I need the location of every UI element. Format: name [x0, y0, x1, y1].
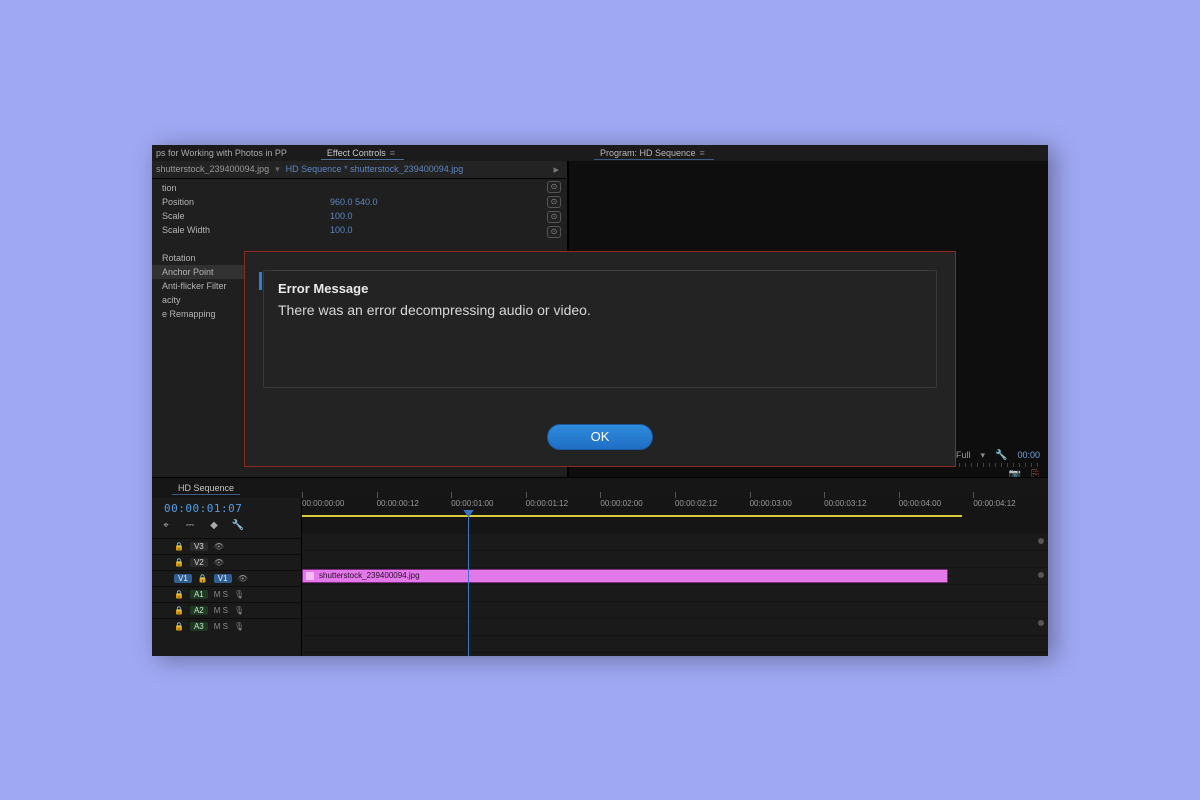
wrench-icon[interactable]: 🔧: [232, 520, 244, 532]
video-track-header[interactable]: V1 🔒 V1 👁: [152, 570, 301, 586]
mic-icon[interactable]: 🎙: [234, 622, 244, 631]
track-label[interactable]: V1: [214, 574, 232, 583]
clip-label: shutterstock_239400094.jpg: [319, 571, 420, 580]
lock-icon[interactable]: 🔒: [198, 574, 208, 583]
eye-icon[interactable]: 👁: [214, 542, 224, 551]
top-bar: ps for Working with Photos in PP Effect …: [152, 145, 1048, 161]
lock-icon[interactable]: 🔒: [174, 590, 184, 599]
mute-solo[interactable]: M S: [214, 590, 228, 599]
mute-solo[interactable]: M S: [214, 622, 228, 631]
ruler-tick: 00:00:00:12: [377, 499, 419, 508]
lock-icon[interactable]: 🔒: [174, 542, 184, 551]
property-row-scale: Scale100.0: [152, 209, 567, 223]
video-track-header[interactable]: 🔒 V3 👁: [152, 538, 301, 554]
reset-column: [547, 181, 561, 238]
crumb-clip-name[interactable]: shutterstock_239400094.jpg: [156, 164, 269, 174]
error-dialog: Error Message There was an error decompr…: [244, 251, 956, 467]
timeline-panel: HD Sequence 00:00:01:07 ⌖ ⎓ ◆ 🔧 🔒 V3 👁 🔒 V2…: [152, 477, 1048, 656]
reset-icon[interactable]: [547, 211, 561, 223]
ruler-tick: 00:00:04:00: [899, 499, 941, 508]
crumb-sequence-path[interactable]: HD Sequence * shutterstock_239400094.jpg: [286, 164, 464, 174]
property-row: tion: [152, 181, 567, 195]
program-meta: Full ▾ 🔧 00:00: [956, 450, 1040, 461]
ruler-tick: 00:00:00:00: [302, 499, 344, 508]
ruler-tick: 00:00:03:12: [824, 499, 866, 508]
chevron-down-icon[interactable]: ▾: [980, 450, 985, 461]
dialog-title: Error Message: [278, 281, 922, 296]
timeline-tracks-area[interactable]: 00:00:00:00 00:00:00:12 00:00:01:00 00:0…: [302, 498, 1048, 656]
timeline-track-header: 00:00:01:07 ⌖ ⎓ ◆ 🔧 🔒 V3 👁 🔒 V2 👁 V1 🔒 V1 👁 🔒 A1…: [152, 498, 302, 656]
ruler-tick: 00:00:02:00: [600, 499, 642, 508]
tab-label: Effect Controls: [327, 148, 386, 158]
video-track-header[interactable]: 🔒 V2 👁: [152, 554, 301, 570]
link-icon[interactable]: ⎓: [184, 520, 196, 532]
program-timecode[interactable]: 00:00: [1017, 450, 1040, 460]
workspace-title: ps for Working with Photos in PP: [152, 148, 287, 158]
snap-icon[interactable]: ⌖: [160, 520, 172, 532]
audio-track-header[interactable]: 🔒 A1 M S 🎙: [152, 586, 301, 602]
track-source[interactable]: V1: [174, 574, 192, 583]
ruler-tick: 00:00:03:00: [750, 499, 792, 508]
reset-icon[interactable]: [547, 196, 561, 208]
reset-icon[interactable]: [547, 226, 561, 238]
tab-effect-controls[interactable]: Effect Controls: [321, 146, 404, 160]
eye-icon[interactable]: 👁: [214, 558, 224, 567]
premiere-window: ps for Working with Photos in PP Effect …: [152, 145, 1048, 656]
scroll-handle[interactable]: [1038, 538, 1044, 544]
audio-track-header[interactable]: 🔒 A2 M S 🎙: [152, 602, 301, 618]
mic-icon[interactable]: 🎙: [234, 590, 244, 599]
ruler-tick: 00:00:02:12: [675, 499, 717, 508]
track-label[interactable]: A1: [190, 590, 208, 599]
marker-icon[interactable]: ◆: [208, 520, 220, 532]
timeline-tools: ⌖ ⎓ ◆ 🔧: [160, 520, 244, 532]
wrench-icon[interactable]: 🔧: [995, 450, 1007, 461]
reset-icon[interactable]: [547, 181, 561, 193]
track-label[interactable]: V2: [190, 558, 208, 567]
audio-track-header[interactable]: 🔒 A3 M S 🎙: [152, 618, 301, 634]
ruler-tick: 00:00:01:00: [451, 499, 493, 508]
v1-lane[interactable]: shutterstock_239400094.jpg: [302, 568, 1048, 584]
ruler-tick: 00:00:01:12: [526, 499, 568, 508]
scroll-right-icon[interactable]: ▸: [549, 163, 563, 176]
ok-button[interactable]: OK: [547, 424, 653, 450]
timeline-timecode[interactable]: 00:00:01:07: [164, 502, 242, 515]
property-row-position: Position960.0 540.0: [152, 195, 567, 209]
clip[interactable]: shutterstock_239400094.jpg: [302, 569, 948, 583]
panel-menu-icon[interactable]: [700, 148, 708, 158]
panel-menu-icon[interactable]: [390, 148, 398, 158]
eye-icon[interactable]: 👁: [238, 574, 248, 583]
tab-sequence[interactable]: HD Sequence: [172, 482, 240, 495]
playhead[interactable]: [468, 510, 469, 656]
track-background: [302, 534, 1048, 656]
mute-solo[interactable]: M S: [214, 606, 228, 615]
lock-icon[interactable]: 🔒: [174, 606, 184, 615]
track-label[interactable]: A3: [190, 622, 208, 631]
resolution-dropdown[interactable]: Full: [956, 450, 971, 460]
track-label[interactable]: V3: [190, 542, 208, 551]
mic-icon[interactable]: 🎙: [234, 606, 244, 615]
dialog-body: Error Message There was an error decompr…: [263, 270, 937, 388]
dialog-accent: [259, 272, 262, 290]
tab-label: Program: HD Sequence: [600, 148, 696, 158]
ruler-tick: 00:00:04:12: [973, 499, 1015, 508]
scroll-handle[interactable]: [1038, 620, 1044, 626]
tab-program-monitor[interactable]: Program: HD Sequence: [594, 146, 714, 160]
track-label[interactable]: A2: [190, 606, 208, 615]
lock-icon[interactable]: 🔒: [174, 558, 184, 567]
dialog-message: There was an error decompressing audio o…: [278, 302, 922, 318]
lock-icon[interactable]: 🔒: [174, 622, 184, 631]
chevron-down-icon[interactable]: ▾: [275, 164, 280, 175]
effects-breadcrumb: shutterstock_239400094.jpg ▾ HD Sequence…: [152, 161, 567, 179]
scroll-handle[interactable]: [1038, 572, 1044, 578]
timeline-ruler[interactable]: 00:00:00:00 00:00:00:12 00:00:01:00 00:0…: [302, 498, 1048, 516]
property-row-scale-width: Scale Width100.0: [152, 223, 567, 237]
property-row: [152, 237, 567, 251]
work-area-bar[interactable]: [302, 515, 962, 517]
